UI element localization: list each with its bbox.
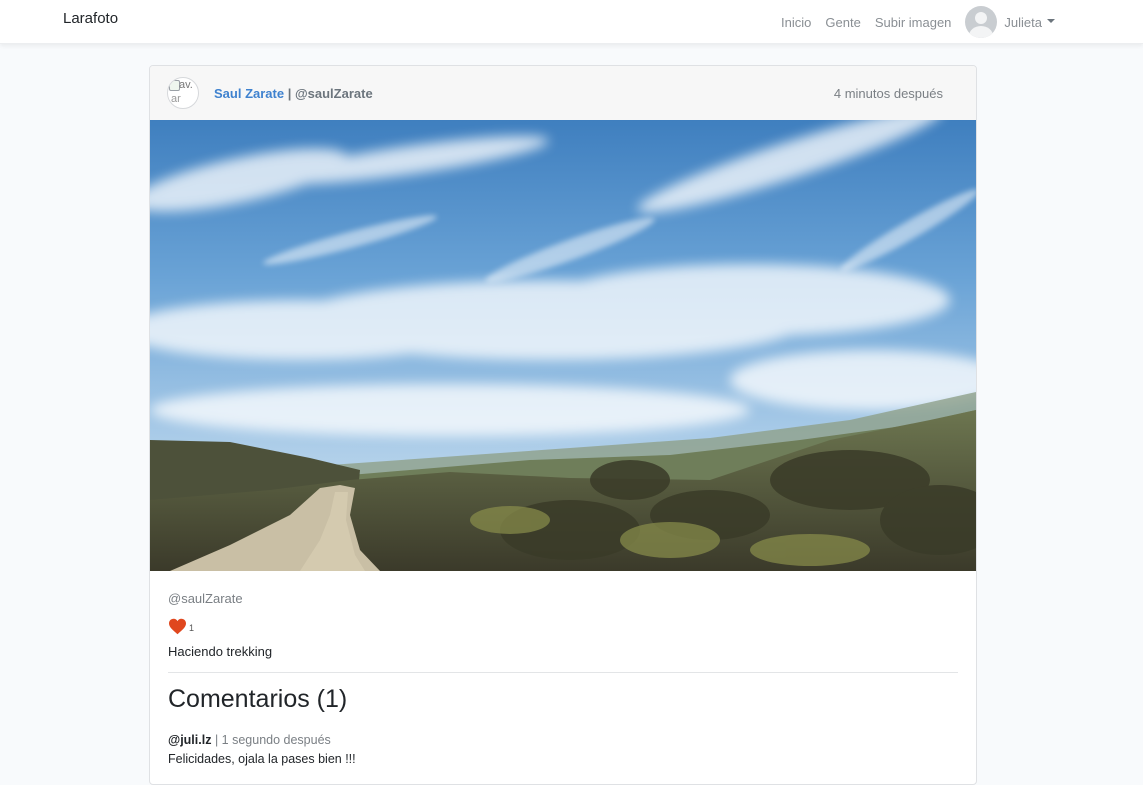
post-user-handle: @saulZarate bbox=[168, 591, 243, 606]
post-card: av. ar Saul Zarate | @saulZarate 4 minut… bbox=[149, 65, 977, 785]
comment-meta: @juli.lz | 1 segundo después bbox=[168, 733, 331, 747]
brand-logo-link[interactable]: Larafoto bbox=[63, 10, 118, 27]
author-name-link[interactable]: Saul Zarate bbox=[214, 86, 284, 101]
landscape-photo bbox=[150, 120, 976, 571]
post-header: av. ar Saul Zarate | @saulZarate 4 minut… bbox=[150, 66, 976, 121]
author-avatar: av. ar bbox=[167, 77, 199, 109]
user-menu-dropdown[interactable]: Julieta bbox=[965, 6, 1055, 38]
nav-link-subir-imagen[interactable]: Subir imagen bbox=[875, 15, 952, 30]
user-name: Julieta bbox=[1004, 14, 1042, 30]
heart-icon[interactable] bbox=[168, 618, 187, 635]
author-separator: | bbox=[287, 86, 292, 101]
avatar-alt-text-2: ar bbox=[171, 93, 181, 105]
like-count: 1 bbox=[189, 623, 195, 633]
avatar-alt-text: av. bbox=[179, 79, 193, 91]
post-image[interactable] bbox=[150, 120, 976, 571]
post-author: Saul Zarate | @saulZarate bbox=[214, 86, 373, 101]
author-handle: @saulZarate bbox=[294, 86, 373, 101]
comments-title: Comentarios (1) bbox=[168, 685, 348, 713]
comment-user[interactable]: @juli.lz bbox=[168, 733, 211, 747]
user-avatar-icon bbox=[965, 6, 998, 38]
like-row: 1 bbox=[168, 616, 194, 636]
post-description: Haciendo trekking bbox=[168, 644, 273, 659]
navbar: Larafoto Inicio Gente Subir imagen Julie… bbox=[0, 0, 1143, 44]
comment-text: Felicidades, ojala la pases bien !!! bbox=[168, 752, 356, 766]
divider bbox=[168, 672, 958, 673]
nav-links: Inicio Gente Subir imagen Julieta bbox=[767, 0, 1055, 44]
caret-down-icon bbox=[1047, 19, 1055, 23]
nav-link-gente[interactable]: Gente bbox=[825, 15, 860, 30]
comment-time: 1 segundo después bbox=[221, 733, 331, 747]
comment-separator: | bbox=[214, 733, 219, 747]
post-timestamp: 4 minutos después bbox=[833, 86, 943, 101]
nav-link-inicio[interactable]: Inicio bbox=[781, 15, 811, 30]
